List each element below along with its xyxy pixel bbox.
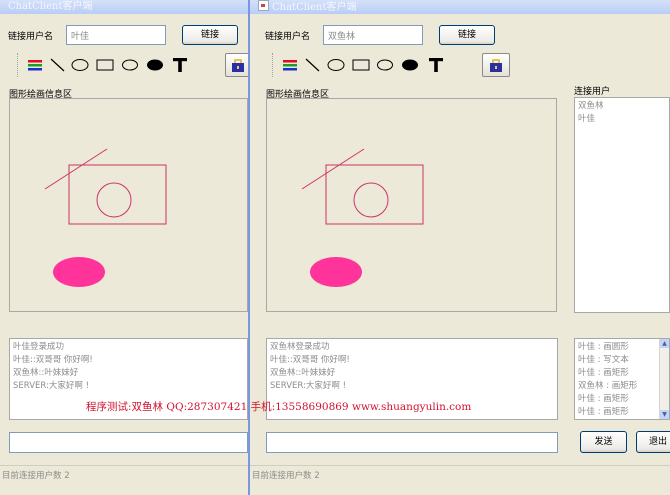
left-title-bar[interactable]: ChatClient客户端 — [0, 0, 248, 14]
left-status-bar: 目前连接用户数 2 — [0, 465, 248, 486]
chat-line: SERVER:大家好啊 ! — [13, 381, 90, 391]
right-drawing-canvas[interactable] — [266, 98, 557, 312]
circle-tool-icon[interactable] — [326, 56, 346, 74]
drawing-action-log[interactable]: 叶佳 : 画圆形 叶佳 : 写文本 叶佳 : 画矩形 双鱼林 : 画矩形 叶佳 … — [574, 338, 670, 420]
right-connect-button[interactable]: 链接 — [439, 25, 495, 45]
text-tool-icon[interactable] — [426, 56, 446, 74]
connected-users-label: 连接用户 — [574, 87, 611, 97]
chat-line: 双鱼林::叶妹妹好 — [270, 368, 336, 378]
rectangle-tool-icon[interactable] — [351, 56, 371, 74]
left-username-input[interactable]: 叶佳 — [66, 25, 166, 45]
user-list-item[interactable]: 双鱼林 — [578, 100, 666, 113]
left-username-label: 链接用户名 — [8, 32, 54, 42]
drawn-circle — [96, 182, 132, 218]
circle-tool-icon[interactable] — [70, 56, 90, 74]
right-username-input[interactable]: 双鱼林 — [323, 25, 423, 45]
right-message-input[interactable] — [266, 432, 558, 453]
left-drawing-canvas[interactable] — [9, 98, 248, 312]
line-tool-icon[interactable] — [47, 56, 67, 74]
oval-tool-icon[interactable] — [120, 56, 140, 74]
chat-line: 双鱼林::叶妹妹好 — [13, 368, 79, 378]
chat-line: SERVER:大家好啊 ! — [270, 381, 347, 391]
connected-users-list[interactable]: 双鱼林 叶佳 — [574, 97, 670, 313]
oval-tool-icon[interactable] — [375, 56, 395, 74]
right-title-bar[interactable]: ChatClient客户端 — [250, 0, 670, 14]
right-client-window: ChatClient客户端 链接用户名 双鱼林 链接 图形绘画信息区 连接用户 … — [248, 0, 670, 495]
send-button[interactable]: 发送 — [580, 431, 627, 453]
action-log-line: 叶佳 : 画圆形 — [578, 342, 629, 352]
line-tool-icon[interactable] — [302, 56, 322, 74]
action-log-line: 叶佳 : 画矩形 — [578, 394, 629, 404]
right-status-bar: 目前连接用户数 2 — [250, 465, 670, 486]
java-app-icon — [258, 0, 269, 11]
right-toolbar-grip[interactable] — [272, 53, 275, 77]
right-window-title: ChatClient客户端 — [272, 2, 357, 13]
color-picker-icon[interactable] — [280, 56, 300, 74]
filled-oval-tool-icon[interactable] — [400, 56, 420, 74]
user-list-item[interactable]: 叶佳 — [578, 113, 666, 126]
action-log-line: 双鱼林 : 画矩形 — [578, 381, 638, 391]
drawn-rectangle — [325, 164, 424, 225]
left-client-window: ChatClient客户端 链接用户名 叶佳 链接 图形绘画信息区 叶佳登录成功… — [0, 0, 248, 495]
left-message-input[interactable] — [9, 432, 248, 453]
drawn-circle — [353, 182, 389, 218]
drawn-filled-ellipse — [53, 257, 105, 287]
chat-line: 叶佳::双哥哥 你好啊! — [270, 355, 350, 365]
left-window-title: ChatClient客户端 — [8, 1, 93, 12]
author-watermark: 程序测试:双鱼林 QQ:287307421 手机:13558690869 www… — [86, 401, 472, 413]
text-tool-icon[interactable] — [170, 56, 190, 74]
drawn-line — [44, 148, 108, 190]
filled-oval-tool-icon[interactable] — [145, 56, 165, 74]
drawn-line — [301, 148, 365, 190]
clear-bag-icon[interactable] — [225, 53, 248, 77]
chat-line: 叶佳::双哥哥 你好啊! — [13, 355, 93, 365]
left-connect-button[interactable]: 链接 — [182, 25, 238, 45]
action-log-line: 叶佳 : 画矩形 — [578, 368, 629, 378]
clear-bag-icon[interactable] — [482, 53, 510, 77]
chat-line: 双鱼林登录成功 — [270, 342, 330, 352]
scroll-down-icon[interactable]: ▼ — [660, 410, 669, 419]
rectangle-tool-icon[interactable] — [95, 56, 115, 74]
chat-line: 叶佳登录成功 — [13, 342, 65, 352]
exit-button[interactable]: 退出 — [636, 431, 670, 453]
action-log-line: 叶佳 : 写文本 — [578, 355, 629, 365]
right-drawing-toolbar — [272, 53, 552, 77]
left-drawing-toolbar — [17, 53, 248, 77]
action-log-scrollbar[interactable]: ▲ ▼ — [659, 339, 669, 419]
scroll-up-icon[interactable]: ▲ — [660, 339, 669, 348]
color-picker-icon[interactable] — [25, 56, 45, 74]
action-log-line: 叶佳 : 画矩形 — [578, 407, 629, 417]
left-toolbar-grip[interactable] — [17, 53, 20, 77]
drawn-rectangle — [68, 164, 167, 225]
drawn-filled-ellipse — [310, 257, 362, 287]
right-username-label: 链接用户名 — [265, 32, 311, 42]
